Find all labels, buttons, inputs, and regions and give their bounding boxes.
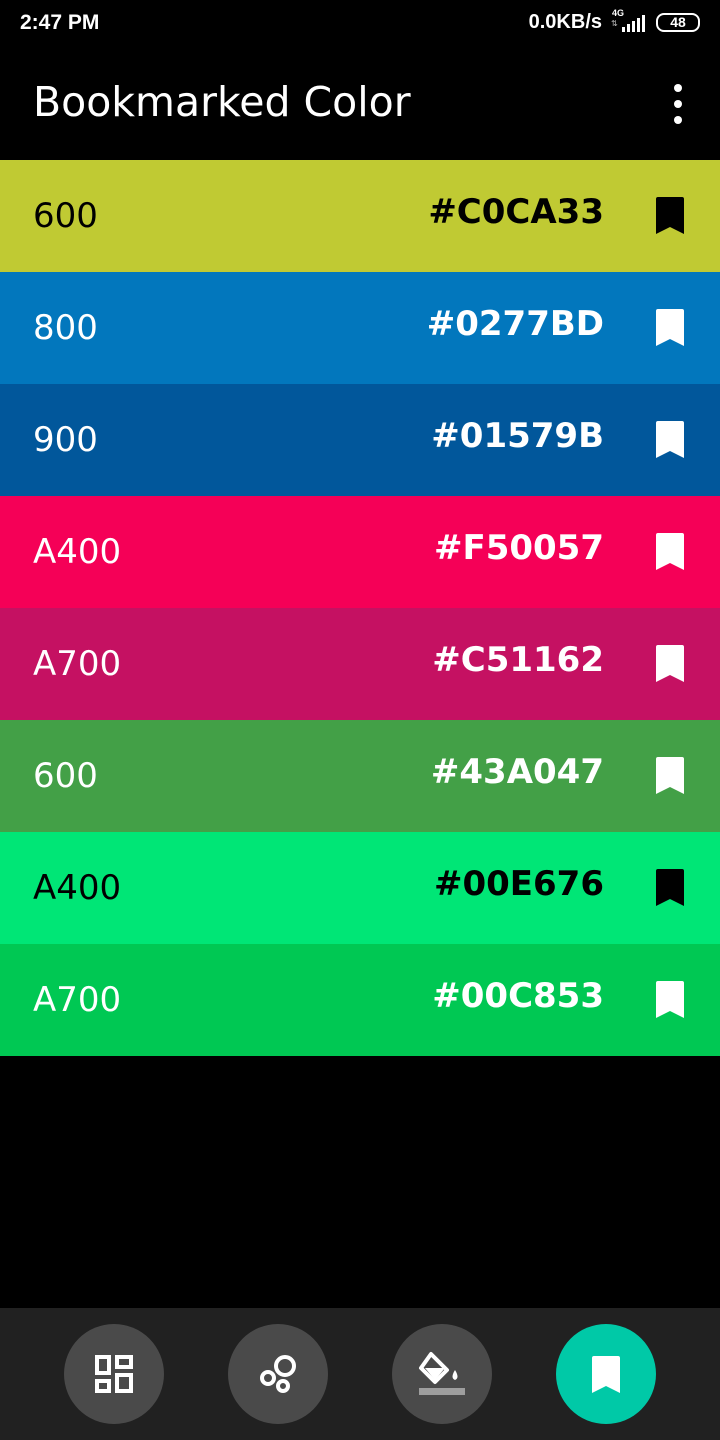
- network-type-label: 4G: [612, 8, 625, 18]
- bubbles-button[interactable]: [228, 1324, 328, 1424]
- screen: 2:47 PM 0.0KB/s 4G ⇅ 48 Bookmarked Color: [0, 0, 720, 1440]
- battery-icon: 48: [656, 12, 700, 32]
- bookmark-icon[interactable]: [656, 197, 684, 234]
- status-indicators: 0.0KB/s 4G ⇅ 48: [528, 8, 700, 34]
- bookmark-icon[interactable]: [656, 309, 684, 346]
- network-speed: 0.0KB/s: [528, 10, 602, 33]
- status-bar: 2:47 PM 0.0KB/s 4G ⇅ 48: [0, 0, 720, 50]
- shade-label: 800: [33, 308, 98, 348]
- color-row[interactable]: 800 #0277BD: [0, 272, 720, 384]
- hex-label: #43A047: [430, 752, 604, 792]
- paint-bucket-icon: [419, 1352, 465, 1395]
- hex-label: #00C853: [432, 976, 604, 1016]
- color-row[interactable]: 600 #43A047: [0, 720, 720, 832]
- shade-label: 600: [33, 756, 98, 796]
- hex-label: #C51162: [432, 640, 604, 680]
- dashboard-icon: [95, 1355, 133, 1393]
- color-row[interactable]: 900 #01579B: [0, 384, 720, 496]
- page-title: Bookmarked Color: [33, 78, 411, 126]
- bookmark-icon[interactable]: [656, 757, 684, 794]
- color-row[interactable]: A700 #00C853: [0, 944, 720, 1056]
- shade-label: 900: [33, 420, 98, 460]
- data-arrows-icon: ⇅: [611, 19, 618, 28]
- bookmark-icon[interactable]: [656, 533, 684, 570]
- hex-label: #01579B: [431, 416, 604, 456]
- bookmark-icon: [592, 1355, 620, 1393]
- bookmarked-color-list: 600 #C0CA33 800 #0277BD 900 #01579B A400…: [0, 160, 720, 1056]
- paint-bucket-button[interactable]: [392, 1324, 492, 1424]
- color-row[interactable]: 600 #C0CA33: [0, 160, 720, 272]
- status-time: 2:47 PM: [20, 11, 100, 34]
- shade-label: A400: [33, 532, 122, 572]
- color-row[interactable]: A700 #C51162: [0, 608, 720, 720]
- bookmarks-button[interactable]: [556, 1324, 656, 1424]
- color-row[interactable]: A400 #F50057: [0, 496, 720, 608]
- shade-label: A400: [33, 868, 122, 908]
- bubbles-icon: [260, 1355, 296, 1393]
- color-row[interactable]: A400 #00E676: [0, 832, 720, 944]
- hex-label: #F50057: [434, 528, 604, 568]
- bookmark-icon[interactable]: [656, 869, 684, 906]
- hex-label: #C0CA33: [428, 192, 604, 232]
- hex-label: #0277BD: [426, 304, 604, 344]
- bookmark-icon[interactable]: [656, 421, 684, 458]
- signal-icon: 4G ⇅: [610, 8, 648, 34]
- bookmark-icon[interactable]: [656, 981, 684, 1018]
- hex-label: #00E676: [434, 864, 604, 904]
- shade-label: A700: [33, 980, 122, 1020]
- bottom-nav: [0, 1308, 720, 1440]
- battery-level: 48: [670, 14, 686, 30]
- shade-label: 600: [33, 196, 98, 236]
- bookmark-icon[interactable]: [656, 645, 684, 682]
- app-bar: Bookmarked Color: [0, 50, 720, 160]
- dashboard-button[interactable]: [64, 1324, 164, 1424]
- shade-label: A700: [33, 644, 122, 684]
- more-vert-icon[interactable]: [666, 84, 690, 124]
